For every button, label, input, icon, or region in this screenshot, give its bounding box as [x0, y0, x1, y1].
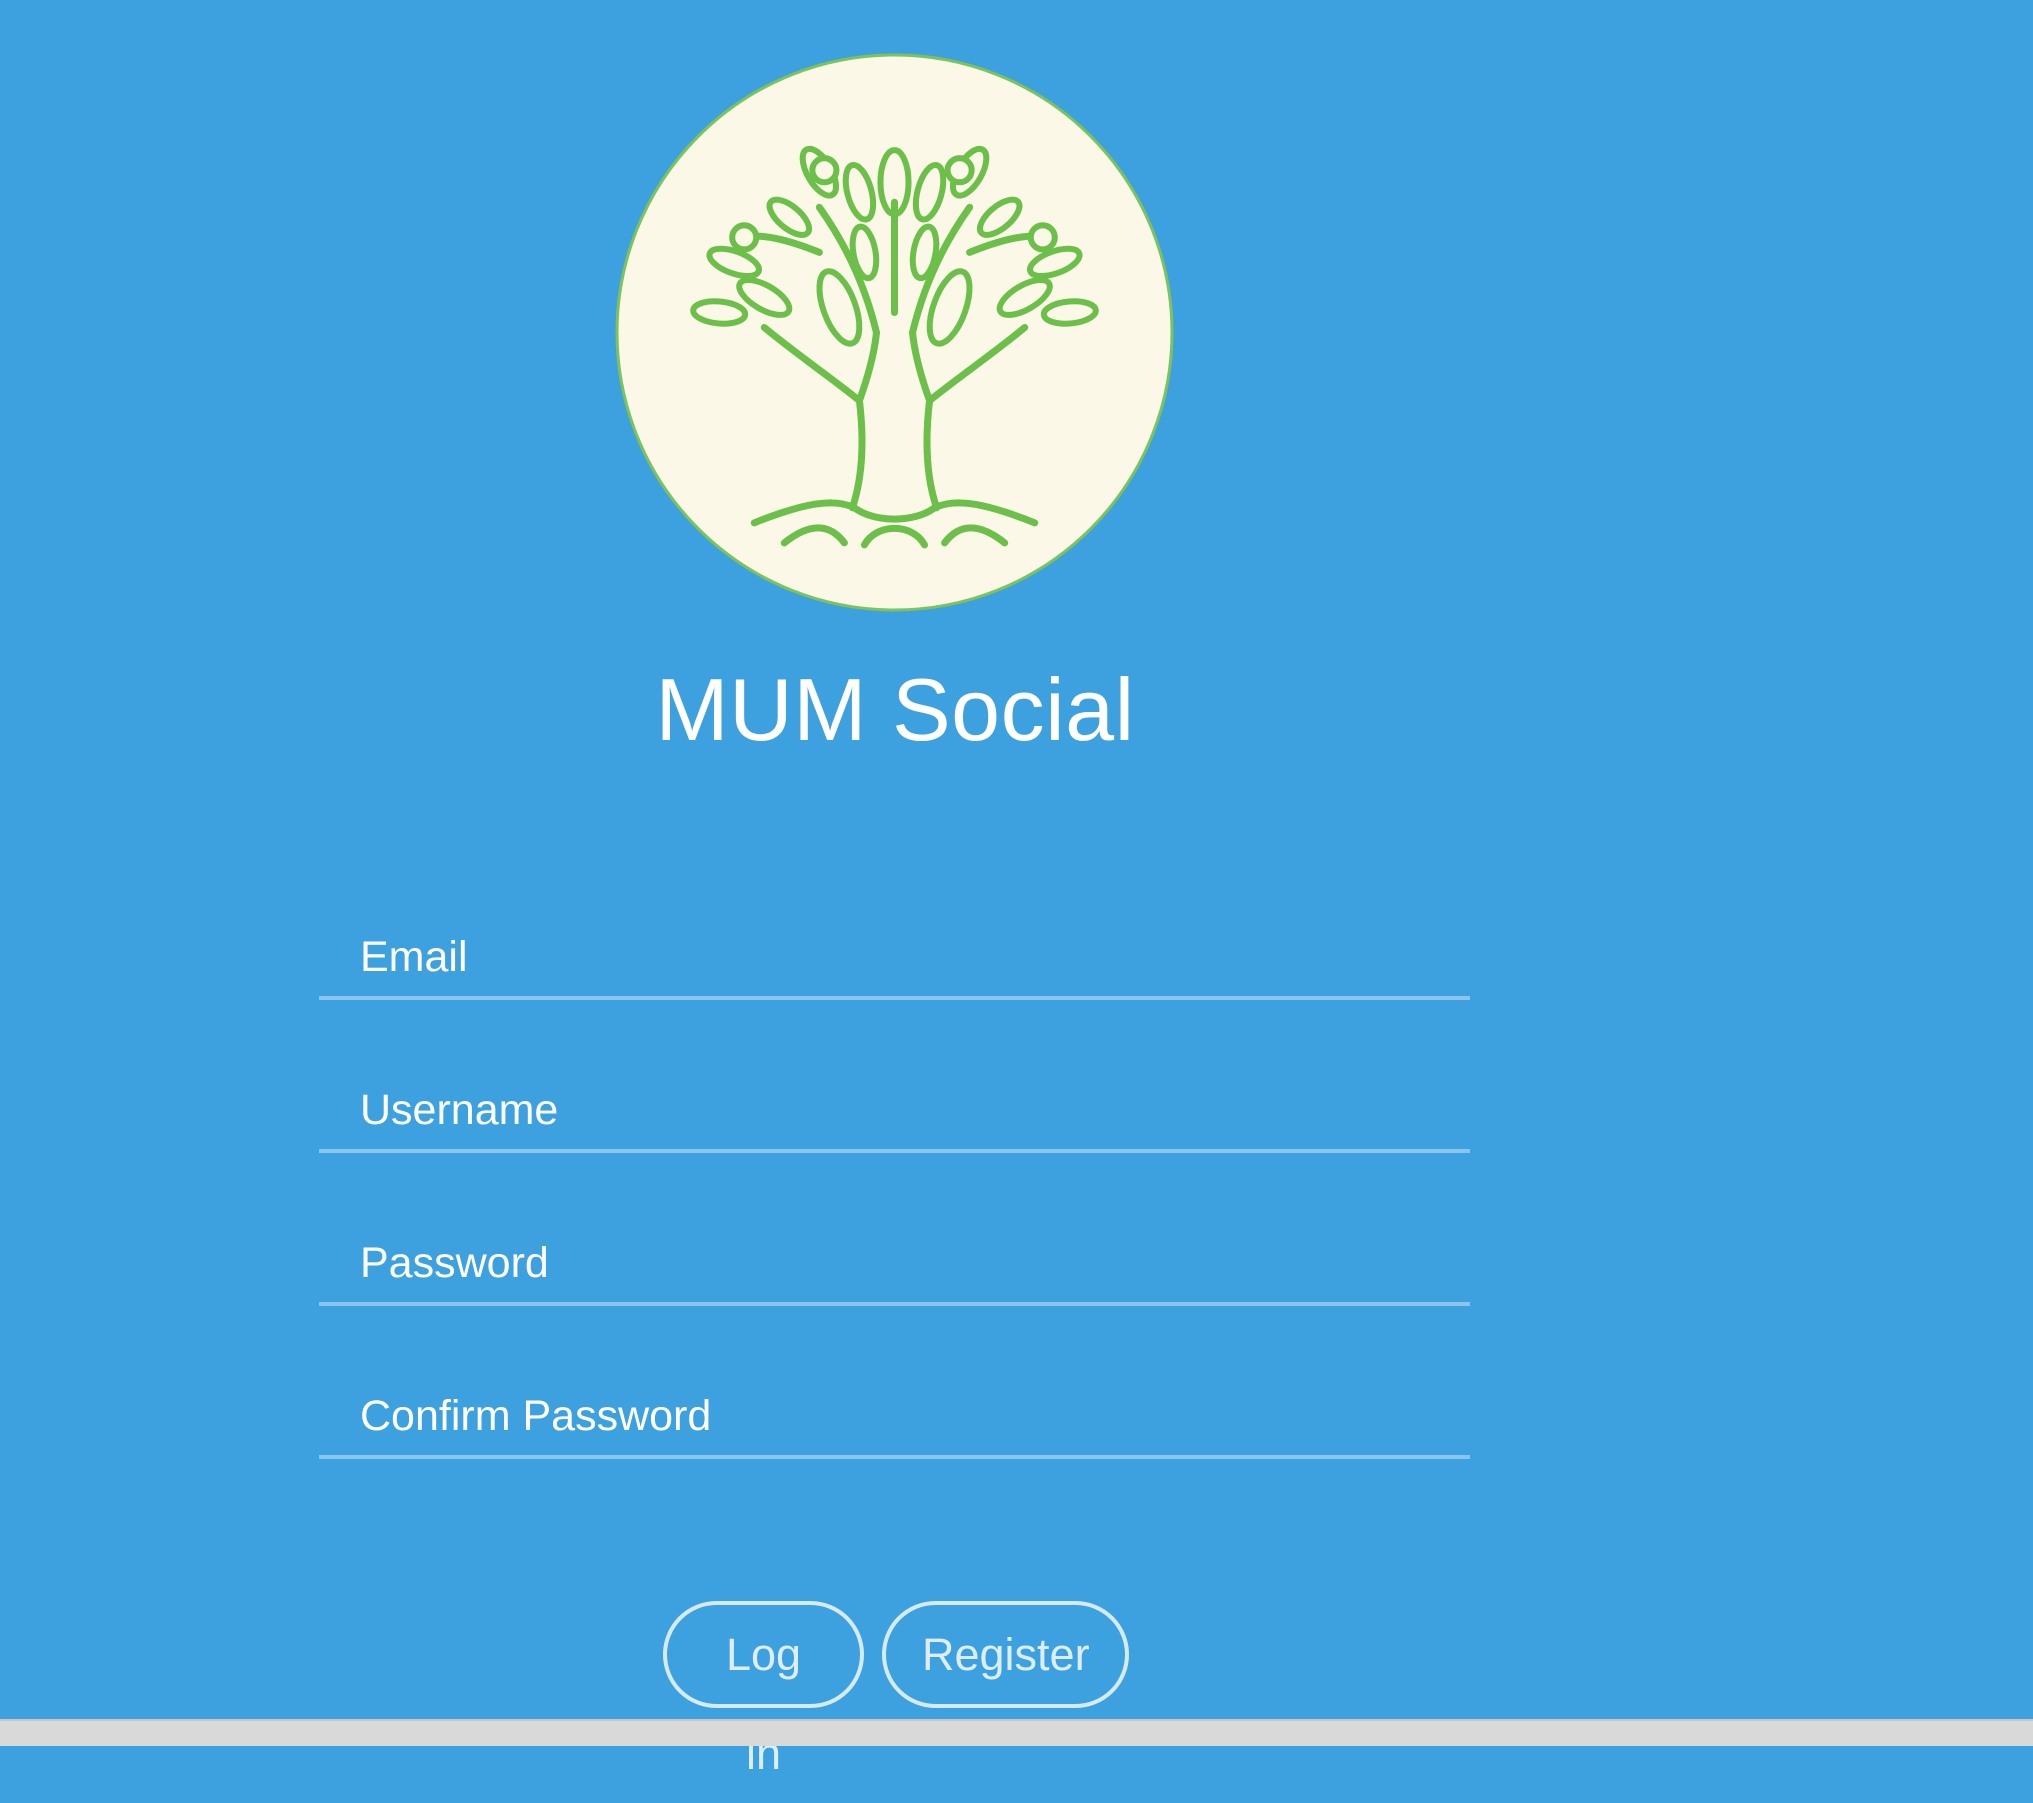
horizontal-scrollbar[interactable]	[0, 1719, 2033, 1746]
registration-form	[319, 880, 1470, 1492]
password-field-wrapper	[319, 1186, 1470, 1339]
username-field[interactable]	[319, 1033, 1470, 1153]
action-buttons: Log in Register	[663, 1601, 1129, 1779]
confirm-password-field[interactable]	[319, 1339, 1470, 1459]
email-field-wrapper	[319, 880, 1470, 1033]
register-button[interactable]: Register	[882, 1601, 1129, 1708]
registration-page: MUM Social Log in Register	[0, 0, 2033, 1779]
password-field[interactable]	[319, 1186, 1470, 1306]
username-field-wrapper	[319, 1033, 1470, 1186]
app-title: MUM Social	[655, 660, 1135, 759]
confirm-password-field-wrapper	[319, 1339, 1470, 1492]
email-field[interactable]	[319, 880, 1470, 1000]
login-button[interactable]: Log in	[663, 1601, 864, 1779]
tree-of-life-icon	[614, 52, 1175, 613]
